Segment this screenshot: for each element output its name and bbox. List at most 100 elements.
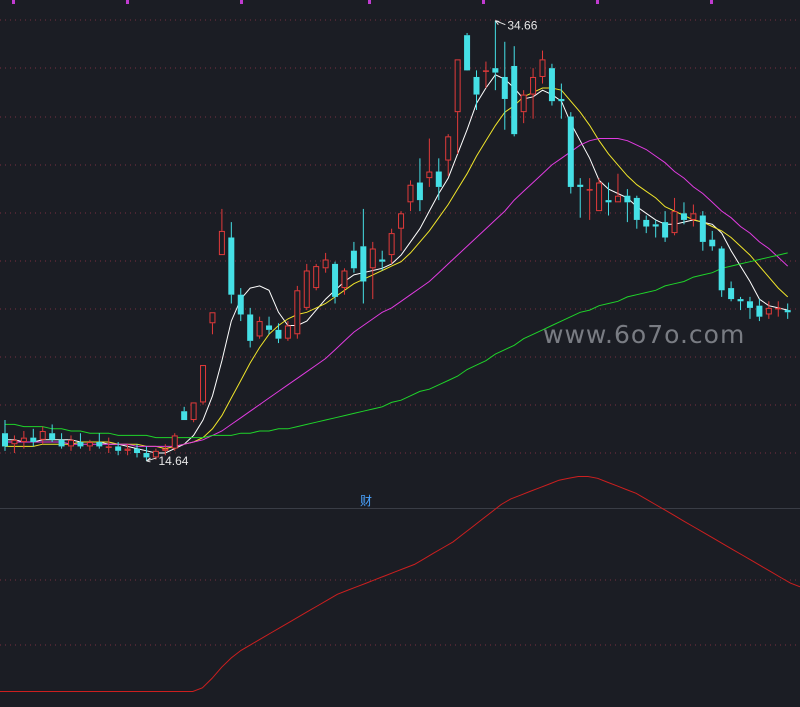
- candle: [86, 439, 93, 451]
- candle: [643, 215, 650, 234]
- candle-body: [228, 237, 235, 295]
- candle-body: [680, 213, 687, 220]
- candle-body: [143, 453, 150, 458]
- candle: [482, 61, 489, 88]
- candle: [11, 435, 18, 454]
- moving-average-line-2: [5, 87, 789, 450]
- candle-body: [181, 411, 188, 421]
- candle-body: [105, 446, 112, 448]
- candle-body: [445, 136, 452, 161]
- candle-body: [275, 329, 282, 339]
- candle: [256, 316, 263, 339]
- candle-body: [501, 76, 508, 99]
- candle: [709, 230, 716, 251]
- candle: [322, 252, 329, 273]
- candle: [775, 301, 782, 317]
- candle-body: [284, 325, 291, 339]
- candle-body: [256, 321, 263, 337]
- candle-body: [416, 182, 423, 201]
- candle-body: [633, 197, 640, 220]
- candle-body: [567, 116, 574, 187]
- candle-body: [548, 68, 555, 102]
- candle-body: [341, 270, 348, 289]
- candle-body: [332, 263, 339, 297]
- candle: [662, 211, 669, 242]
- candle: [737, 296, 744, 311]
- candle-body: [58, 439, 65, 447]
- candle-body: [709, 239, 716, 247]
- candle-body: [398, 213, 405, 229]
- candle: [388, 228, 395, 264]
- candle-body: [482, 70, 489, 72]
- top-tick-mark: [482, 0, 485, 4]
- candle: [454, 59, 461, 154]
- candle-body: [294, 290, 301, 335]
- candle: [633, 195, 640, 229]
- candle-body: [662, 222, 669, 238]
- candle: [360, 208, 367, 304]
- top-tick-mark: [12, 0, 15, 4]
- candle: [577, 178, 584, 218]
- chart-stage: www.6o7o.com 34.66 14.64 财: [0, 0, 800, 707]
- candle: [209, 312, 216, 335]
- candle-body: [247, 314, 254, 341]
- candle-body: [134, 448, 141, 454]
- candle: [294, 285, 301, 339]
- candle: [624, 189, 631, 223]
- candle-body: [671, 211, 678, 234]
- candle-body: [520, 94, 527, 113]
- candle: [237, 288, 244, 322]
- candle-body: [360, 246, 367, 282]
- candle: [275, 323, 282, 344]
- candle-body: [96, 442, 103, 447]
- candle: [473, 70, 480, 110]
- candle: [586, 178, 593, 220]
- candle: [181, 406, 188, 421]
- candle: [558, 83, 565, 119]
- candle: [284, 321, 291, 341]
- candle: [96, 433, 103, 449]
- candle: [105, 437, 112, 454]
- low-price-arrow: [146, 457, 157, 463]
- candle-body: [86, 442, 93, 447]
- candle-body: [350, 250, 357, 269]
- candle-body: [435, 171, 442, 187]
- candle-body: [728, 288, 735, 300]
- candle-body: [162, 448, 169, 451]
- candle: [247, 307, 254, 348]
- candle: [464, 32, 471, 71]
- candle: [690, 204, 697, 227]
- candle-body: [426, 171, 433, 179]
- candle-body: [313, 266, 320, 289]
- candle-body: [699, 215, 706, 242]
- candle-body: [322, 259, 329, 269]
- candle-body: [746, 301, 753, 308]
- candle-body: [218, 230, 225, 256]
- candle: [548, 63, 555, 106]
- candle-body: [539, 59, 546, 77]
- candle-body: [11, 439, 18, 445]
- candle: [190, 402, 197, 423]
- candle: [501, 41, 508, 130]
- candle: [539, 50, 546, 84]
- candle-body: [492, 68, 499, 73]
- candle-body: [303, 270, 310, 308]
- candle-body: [577, 184, 584, 187]
- candle: [520, 90, 527, 124]
- candle-body: [2, 433, 8, 447]
- candle: [77, 433, 84, 449]
- candlestick-layer: [2, 20, 791, 461]
- candle-body: [209, 312, 216, 324]
- candle: [567, 112, 574, 194]
- candle: [228, 222, 235, 304]
- candle: [58, 433, 65, 449]
- candle-body: [39, 431, 46, 440]
- candle-body: [30, 437, 37, 443]
- candle-body: [407, 184, 414, 203]
- watermark-text: www.6o7o.com: [543, 320, 745, 349]
- candle-body: [718, 248, 725, 291]
- candle-body: [558, 98, 565, 102]
- candle-body: [643, 219, 650, 227]
- candle: [200, 365, 207, 405]
- moving-average-layer: [5, 74, 789, 454]
